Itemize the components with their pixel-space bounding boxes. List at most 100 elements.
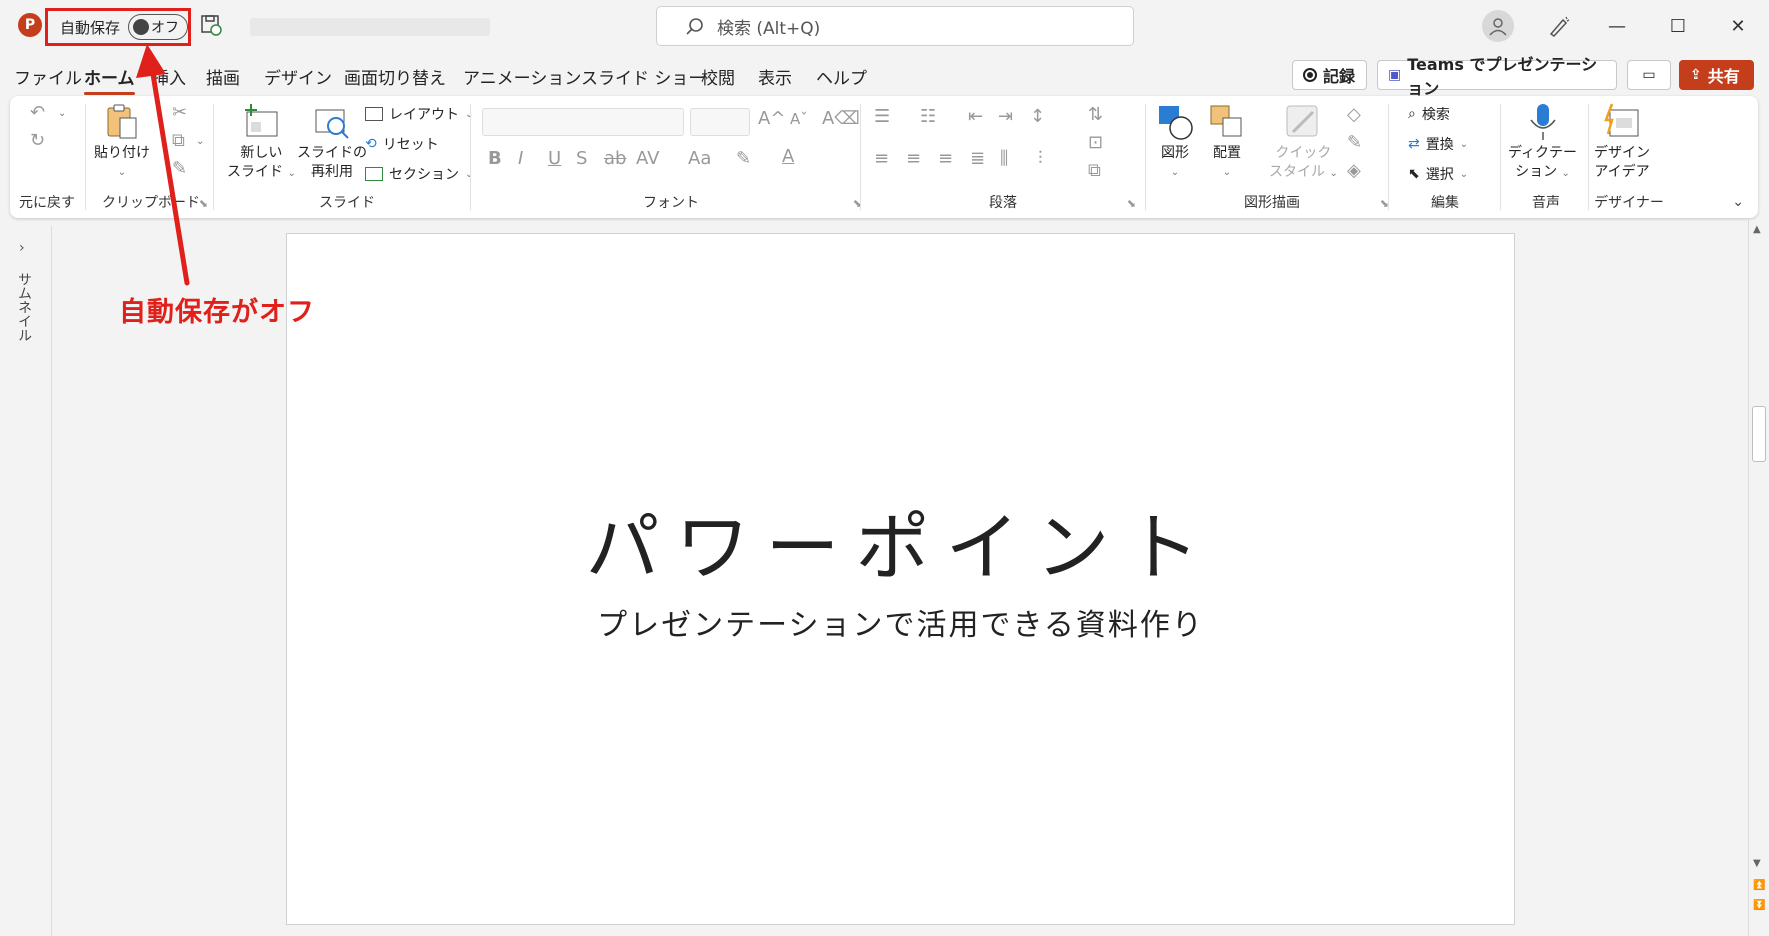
ribbon-tabs: ファイル ホーム 挿入 描画 デザイン 画面切り替え アニメーション スライド … [0, 55, 1769, 98]
vertical-scrollbar[interactable]: ▲ ▼ ⏫ ⏬ [1748, 220, 1768, 936]
save-icon[interactable] [200, 14, 222, 36]
italic-icon[interactable]: I [518, 148, 523, 169]
underline-icon[interactable]: U [548, 148, 561, 169]
text-direction-icon[interactable]: ⇅ [1088, 104, 1103, 125]
reuse-slides-button[interactable]: スライドの 再利用 [297, 102, 367, 182]
select-button[interactable]: ⬉ 選択 ⌄ [1408, 164, 1468, 184]
teams-present-button[interactable]: ▣ Teams でプレゼンテーション [1377, 55, 1617, 98]
dialog-launcher-icon[interactable]: ⬊ [1127, 197, 1136, 210]
arrange-button[interactable]: 配置 ⌄ [1207, 102, 1247, 182]
shape-effects-icon[interactable]: ◈ [1347, 160, 1361, 181]
tab-transitions[interactable]: 画面切り替え [344, 64, 446, 89]
section-button[interactable]: セクション ⌄ [365, 164, 473, 184]
tab-view[interactable]: 表示 [758, 64, 792, 89]
decrease-indent-icon[interactable]: ⇤ [968, 106, 983, 127]
scroll-up-icon[interactable]: ▲ [1753, 224, 1761, 235]
slide-title[interactable]: パワーポイント [287, 488, 1514, 595]
slide-canvas[interactable]: パワーポイント プレゼンテーションで活用できる資料作り [286, 233, 1515, 925]
scroll-down-icon[interactable]: ▼ [1753, 858, 1761, 869]
align-left-icon[interactable]: ≡ [874, 148, 889, 169]
ribbon-home: ↶ ⌄ ↻ 元に戻す 貼り付け ⌄ ✂ ⧉ ⌄ ✎ クリップボード ⬊ 新しい … [10, 96, 1758, 218]
clear-format-icon[interactable]: A⌫ [822, 108, 860, 129]
reset-button[interactable]: ⟲ リセット [365, 134, 439, 154]
copilot-pen-icon[interactable] [1544, 10, 1574, 42]
record-button[interactable]: 記録 [1292, 60, 1367, 90]
highlight-icon[interactable]: ✎ [736, 148, 751, 169]
layout-button[interactable]: レイアウト ⌄ [365, 104, 473, 124]
copy-dropdown-icon[interactable]: ⌄ [196, 136, 204, 147]
bullets-icon[interactable]: ☰ [874, 106, 890, 127]
paste-button[interactable]: 貼り付け ⌄ [94, 102, 150, 182]
maximize-button[interactable]: ☐ [1658, 10, 1698, 42]
format-painter-icon[interactable]: ✎ [172, 158, 187, 179]
next-slide-icon[interactable]: ⏬ [1753, 900, 1765, 911]
shape-outline-icon[interactable]: ✎ [1347, 132, 1362, 153]
dialog-launcher-icon[interactable]: ⬊ [199, 197, 208, 210]
tab-animations[interactable]: アニメーション [463, 64, 581, 89]
font-color-icon[interactable]: A [782, 146, 794, 167]
shadow-icon[interactable]: S [576, 148, 587, 169]
bold-icon[interactable]: B [488, 148, 502, 169]
tab-home[interactable]: ホーム [84, 64, 135, 95]
reuse-slides-label-2: 再利用 [311, 164, 353, 180]
new-slide-button[interactable]: 新しい スライド ⌄ [227, 102, 296, 183]
collapse-ribbon-icon[interactable]: ⌄ [1732, 194, 1744, 210]
expand-thumbnails-icon[interactable]: › [19, 240, 25, 256]
comments-button[interactable]: ▭ [1627, 60, 1671, 90]
powerpoint-app-icon: P [18, 13, 42, 37]
line-spacing-icon[interactable]: ↕ [1030, 106, 1045, 127]
font-group: A^ Aˇ A⌫ B I U S ab AV Aa ✎ A フォント ⬊ [472, 96, 870, 218]
distributed-icon[interactable]: ⫼ [1000, 148, 1008, 169]
align-center-icon[interactable]: ≡ [906, 148, 921, 169]
shape-fill-icon[interactable]: ◇ [1347, 104, 1361, 125]
tab-review[interactable]: 校閲 [701, 64, 735, 89]
font-size-select[interactable] [690, 108, 750, 136]
tab-design[interactable]: デザイン [264, 64, 332, 89]
minimize-button[interactable]: — [1597, 10, 1637, 42]
design-ideas-label-1: デザイン [1594, 145, 1650, 161]
tab-help[interactable]: ヘルプ [816, 64, 867, 89]
char-spacing-icon[interactable]: AV [636, 148, 659, 169]
align-text-icon[interactable]: ⊡ [1088, 132, 1103, 153]
previous-slide-icon[interactable]: ⏫ [1753, 880, 1765, 891]
increase-indent-icon[interactable]: ⇥ [998, 106, 1013, 127]
user-avatar[interactable] [1482, 10, 1514, 42]
scrollbar-thumb[interactable] [1752, 406, 1766, 462]
shapes-button[interactable]: 図形 ⌄ [1155, 102, 1195, 182]
record-icon [1303, 68, 1317, 82]
autosave-toggle[interactable]: オフ [128, 14, 188, 40]
columns-icon[interactable]: ⫶ [1038, 148, 1043, 169]
dictate-button[interactable]: ディクテー ション ⌄ [1508, 102, 1577, 183]
undo-dropdown-icon[interactable]: ⌄ [58, 108, 66, 119]
tab-file[interactable]: ファイル [14, 64, 82, 89]
toggle-knob [133, 19, 149, 35]
smartart-icon[interactable]: ⧉ [1088, 160, 1101, 181]
find-button[interactable]: ⌕ 検索 [1408, 104, 1450, 124]
tab-draw[interactable]: 描画 [206, 64, 240, 89]
separator [470, 104, 471, 210]
copy-icon[interactable]: ⧉ [172, 130, 185, 151]
search-input[interactable]: 検索 (Alt+Q) [656, 6, 1134, 46]
tab-slideshow[interactable]: スライド ショー [581, 64, 705, 89]
share-label: 共有 [1707, 67, 1740, 86]
undo-icon[interactable]: ↶ [30, 102, 45, 123]
increase-font-icon[interactable]: A^ [758, 108, 785, 129]
close-button[interactable]: ✕ [1718, 10, 1758, 42]
replace-button[interactable]: ⇄ 置換 ⌄ [1408, 134, 1468, 154]
autosave-toggle-group[interactable]: 自動保存 オフ [45, 8, 191, 46]
separator [213, 104, 214, 210]
align-right-icon[interactable]: ≡ [938, 148, 953, 169]
quick-styles-button[interactable]: クイック スタイル ⌄ [1269, 102, 1338, 183]
change-case-icon[interactable]: Aa [688, 148, 711, 169]
design-ideas-button[interactable]: デザイン アイデア [1594, 102, 1650, 182]
font-name-select[interactable] [482, 108, 684, 136]
redo-icon[interactable]: ↻ [30, 130, 45, 151]
cut-icon[interactable]: ✂ [172, 102, 187, 123]
justify-icon[interactable]: ≣ [970, 148, 985, 169]
strikethrough-icon[interactable]: ab [604, 148, 626, 169]
decrease-font-icon[interactable]: Aˇ [790, 110, 808, 128]
tab-insert[interactable]: 挿入 [152, 64, 186, 89]
numbering-icon[interactable]: ☷ [920, 106, 936, 127]
share-button[interactable]: ⇪ 共有 [1679, 60, 1754, 90]
slide-subtitle[interactable]: プレゼンテーションで活用できる資料作り [287, 600, 1514, 644]
